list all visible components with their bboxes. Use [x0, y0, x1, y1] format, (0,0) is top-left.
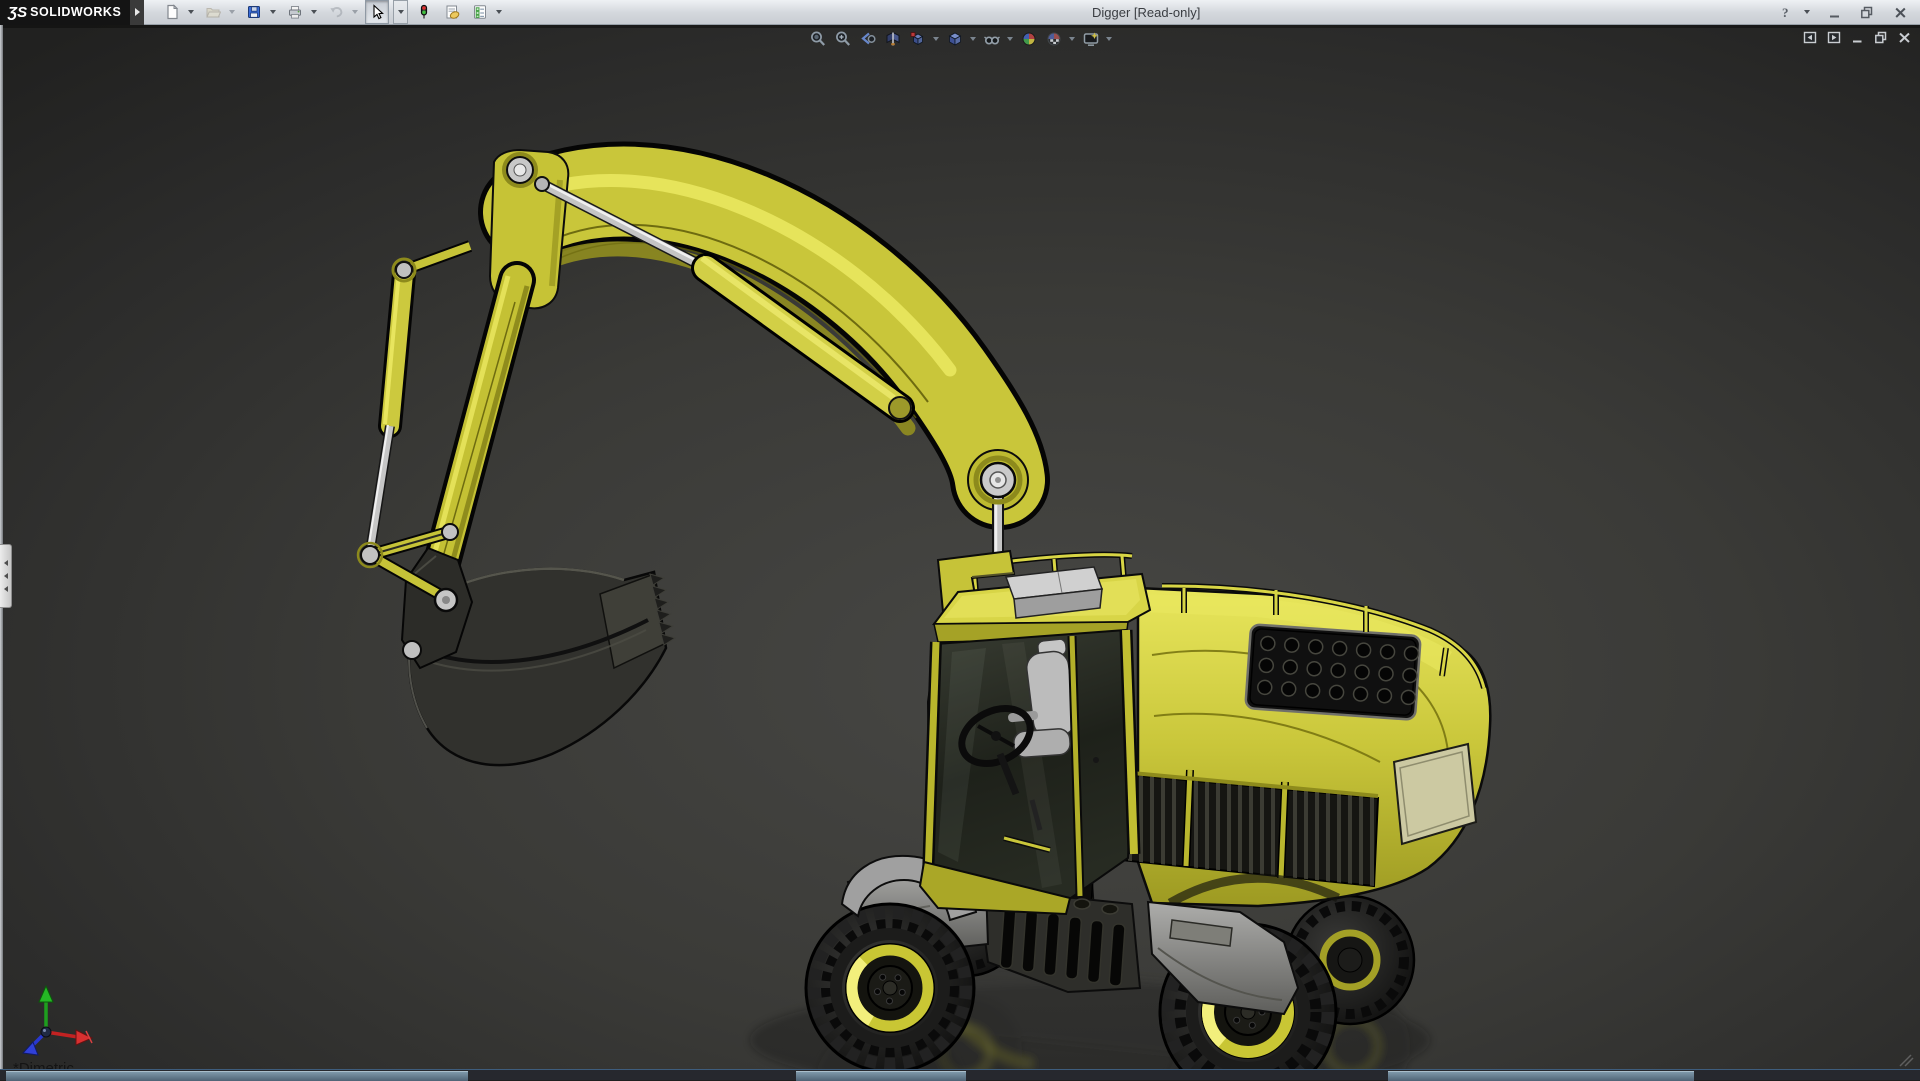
view-settings-dropdown[interactable]: [1106, 37, 1112, 41]
restore-window-button[interactable]: [1855, 0, 1879, 24]
edit-appearance-button[interactable]: [1017, 28, 1040, 50]
expand-arrow-icon: [134, 8, 140, 16]
minimize-icon: [1829, 15, 1839, 17]
close-window-button[interactable]: [1888, 0, 1912, 24]
display-style-icon: [948, 32, 961, 46]
view-orientation-icon: [910, 32, 923, 46]
undo-button[interactable]: [324, 0, 348, 24]
display-style-button[interactable]: [943, 28, 966, 50]
options-dropdown[interactable]: [496, 10, 503, 14]
save-dropdown[interactable]: [270, 10, 277, 14]
previous-view-button[interactable]: [856, 28, 879, 50]
model-wheel-front[interactable]: [804, 902, 976, 1070]
open-button[interactable]: [201, 0, 225, 24]
save-button[interactable]: [242, 0, 266, 24]
select-tool-dropdown: [397, 10, 404, 14]
zoom-to-fit-icon: [810, 31, 825, 46]
print-icon: [289, 6, 302, 19]
restore-document-icon: [1875, 31, 1887, 44]
zoom-to-fit-button[interactable]: [806, 28, 829, 50]
zoom-to-area-icon: [835, 31, 850, 46]
document-window-controls: [1803, 31, 1911, 49]
rebuild-traffic-light-icon: [421, 4, 428, 19]
pane-toggle-left-button[interactable]: [1803, 31, 1817, 49]
select-tool-dropdown-box[interactable]: [393, 0, 409, 24]
collapse-arrow-icon: [3, 560, 8, 566]
pane-toggle-right-button[interactable]: [1827, 31, 1841, 49]
pane-toggle-right-icon: [1827, 31, 1841, 44]
undo-dropdown[interactable]: [352, 10, 359, 14]
apply-scene-icon: [1047, 32, 1060, 46]
svg-text:?: ?: [1782, 5, 1789, 20]
collapse-arrow-icon: [3, 586, 8, 592]
undo-icon: [330, 7, 343, 18]
save-icon: [248, 6, 261, 18]
model-cab[interactable]: [918, 549, 1152, 916]
view-orientation-dropdown[interactable]: [933, 37, 939, 41]
document-title: Digger [Read-only]: [1092, 5, 1201, 20]
new-document-dropdown[interactable]: [188, 10, 195, 14]
solidworks-logo: ƷS SOLIDWORKS: [0, 0, 131, 25]
zoom-to-area-button[interactable]: [831, 28, 854, 50]
view-settings-button[interactable]: [1079, 28, 1102, 50]
close-icon: [1894, 7, 1906, 18]
graphics-viewport[interactable]: *Dimetric: [0, 25, 1920, 1070]
open-dropdown[interactable]: [229, 10, 236, 14]
solidworks-logo-text: SOLIDWORKS: [30, 4, 122, 19]
display-style-dropdown[interactable]: [970, 37, 976, 41]
model-air-intake-grille[interactable]: [1244, 623, 1422, 721]
minimize-document-icon: [1853, 40, 1862, 43]
minimize-document-button[interactable]: [1851, 31, 1864, 49]
help-button[interactable]: ?: [1777, 0, 1795, 24]
solidworks-logo-glyph: ƷS: [8, 3, 28, 21]
solidworks-window: ƷS SOLIDWORKS Digger [Read-only] ? *Dime…: [0, 0, 1920, 1081]
file-properties-icon: [446, 5, 460, 19]
print-button[interactable]: [283, 0, 307, 24]
pane-toggle-left-icon: [1803, 31, 1817, 44]
model-scene[interactable]: [0, 25, 1920, 1070]
collapse-arrow-icon: [3, 573, 8, 579]
file-properties-button[interactable]: [440, 0, 464, 24]
heads-up-view-toolbar: [806, 28, 1114, 50]
view-orientation-button[interactable]: [906, 28, 929, 50]
previous-view-icon: [860, 32, 876, 45]
close-document-icon: [1899, 32, 1910, 43]
taskbar-strip[interactable]: [0, 1069, 1920, 1081]
apply-scene-dropdown[interactable]: [1069, 37, 1075, 41]
new-document-icon: [167, 4, 179, 20]
select-cursor-icon: [373, 4, 385, 20]
options-button[interactable]: [468, 0, 492, 24]
edit-appearance-ball-icon: [1022, 32, 1035, 46]
options-icon: [474, 5, 487, 19]
select-tool-button[interactable]: [365, 0, 390, 24]
restore-icon: [1861, 6, 1873, 18]
minimize-window-button[interactable]: [1822, 0, 1846, 24]
hide-show-items-glasses-icon: [983, 36, 1000, 45]
section-view-button[interactable]: [881, 28, 904, 50]
window-controls: ?: [1777, 0, 1912, 24]
help-icon: ?: [1782, 5, 1789, 20]
feature-panel-splitter-handle[interactable]: [0, 544, 12, 608]
view-settings-icon: [1083, 32, 1098, 46]
titlebar: ƷS SOLIDWORKS Digger [Read-only] ?: [0, 0, 1920, 25]
restore-document-button[interactable]: [1874, 31, 1888, 49]
section-view-icon: [886, 31, 899, 46]
menu-expand-arrow[interactable]: [130, 0, 145, 25]
close-document-button[interactable]: [1898, 31, 1911, 49]
hide-show-items-dropdown[interactable]: [1007, 37, 1013, 41]
rebuild-button[interactable]: [412, 0, 436, 24]
hide-show-items-button[interactable]: [980, 28, 1003, 50]
help-dropdown[interactable]: [1804, 10, 1810, 14]
open-folder-icon: [206, 8, 222, 18]
apply-scene-button[interactable]: [1042, 28, 1065, 50]
print-dropdown[interactable]: [311, 10, 318, 14]
new-document-button[interactable]: [160, 0, 184, 24]
quick-access-toolbar: [160, 0, 505, 24]
